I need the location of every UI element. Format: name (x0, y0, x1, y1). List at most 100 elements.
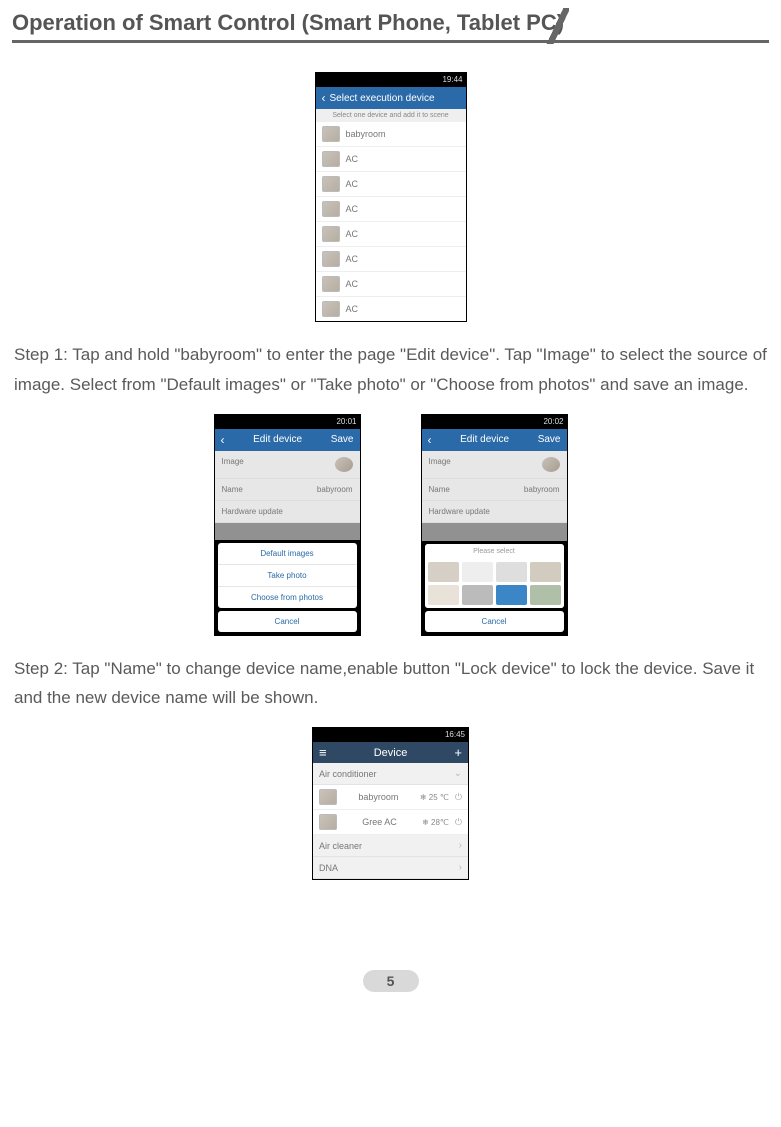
dimmed-backdrop (422, 523, 567, 541)
page-number-badge: 5 (12, 970, 769, 1000)
image-option[interactable] (530, 562, 561, 582)
hardware-update-row[interactable]: Hardware update (422, 501, 567, 523)
list-item[interactable]: AC (316, 147, 466, 172)
status-bar: 20:02 (422, 415, 567, 429)
option-choose-photos[interactable]: Choose from photos (218, 587, 357, 608)
list-item[interactable]: AC (316, 272, 466, 297)
list-item[interactable]: AC (316, 247, 466, 272)
device-name: Gree AC (343, 817, 416, 827)
name-row[interactable]: Name babyroom (422, 479, 567, 501)
status-time: 20:01 (336, 417, 356, 426)
name-value: babyroom (317, 485, 353, 494)
app-header: ≡ Device + (313, 742, 468, 763)
back-icon[interactable]: ‹ (428, 433, 432, 447)
header-underline (12, 40, 769, 43)
action-sheet: Default images Take photo Choose from ph… (218, 543, 357, 608)
row-label: Image (429, 457, 451, 472)
row-label: Name (429, 485, 450, 494)
list-item-label: babyroom (346, 129, 386, 139)
screenshot-edit-device-image-grid: 20:02 ‹ Edit device Save Image Name babyr… (421, 414, 568, 636)
cancel-button[interactable]: Cancel (425, 611, 564, 632)
row-label: Image (222, 457, 244, 472)
image-option[interactable] (496, 585, 527, 605)
section-air-conditioner[interactable]: Air conditioner ⌄ (313, 763, 468, 785)
screenshot-device-list: 16:45 ≡ Device + Air conditioner ⌄ babyr… (312, 727, 469, 880)
status-bar: 16:45 (313, 728, 468, 742)
image-option[interactable] (428, 562, 459, 582)
image-option[interactable] (530, 585, 561, 605)
image-grid (425, 559, 564, 608)
list-item-label: AC (346, 279, 359, 289)
device-thumb-icon (322, 301, 340, 317)
app-header: ‹ Edit device Save (215, 429, 360, 451)
image-row[interactable]: Image (422, 451, 567, 479)
list-item[interactable]: AC (316, 297, 466, 321)
image-option[interactable] (496, 562, 527, 582)
status-time: 20:02 (543, 417, 563, 426)
section-label: Air conditioner (319, 769, 377, 779)
device-thumb-icon (319, 814, 337, 830)
step-2-text: Step 2: Tap "Name" to change device name… (14, 654, 769, 714)
section-label: Air cleaner (319, 841, 362, 851)
name-row[interactable]: Name babyroom (215, 479, 360, 501)
save-button[interactable]: Save (538, 434, 561, 445)
name-value: babyroom (524, 485, 560, 494)
device-image-icon (335, 457, 353, 472)
device-thumb-icon (322, 126, 340, 142)
list-item-label: AC (346, 204, 359, 214)
power-icon[interactable]: ⏻ (455, 817, 462, 828)
image-option[interactable] (462, 585, 493, 605)
app-header: ‹ Edit device Save (422, 429, 567, 451)
device-thumb-icon (319, 789, 337, 805)
device-thumb-icon (322, 276, 340, 292)
chevron-right-icon: › (459, 840, 462, 851)
hardware-update-row[interactable]: Hardware update (215, 501, 360, 523)
device-thumb-icon (322, 201, 340, 217)
status-time: 16:45 (445, 730, 465, 739)
app-header-title: Device (374, 747, 408, 759)
app-header-title: Select execution device (330, 93, 435, 104)
section-dna[interactable]: DNA › (313, 857, 468, 879)
status-bar: 19:44 (316, 73, 466, 87)
subtitle-hint: Select one device and add it to scene (316, 109, 466, 122)
cancel-button[interactable]: Cancel (218, 611, 357, 632)
section-label: DNA (319, 863, 338, 873)
option-default-images[interactable]: Default images (218, 543, 357, 565)
menu-icon[interactable]: ≡ (319, 745, 327, 760)
back-icon[interactable]: ‹ (322, 91, 326, 105)
step-1-text: Step 1: Tap and hold "babyroom" to enter… (14, 340, 769, 400)
device-thumb-icon (322, 176, 340, 192)
list-item[interactable]: babyroom (316, 122, 466, 147)
device-row[interactable]: babyroom ❄ 25 ℃ ⏻ (313, 785, 468, 810)
section-air-cleaner[interactable]: Air cleaner › (313, 835, 468, 857)
dimmed-backdrop (215, 523, 360, 540)
power-icon[interactable]: ⏻ (455, 792, 462, 803)
app-header-title: Edit device (229, 434, 327, 445)
add-icon[interactable]: + (454, 745, 462, 760)
device-thumb-icon (322, 151, 340, 167)
list-item[interactable]: AC (316, 197, 466, 222)
list-item[interactable]: AC (316, 172, 466, 197)
image-option[interactable] (428, 585, 459, 605)
option-take-photo[interactable]: Take photo (218, 565, 357, 587)
device-temp: ❄ 28℃ (422, 818, 449, 827)
image-option[interactable] (462, 562, 493, 582)
chevron-down-icon: ⌄ (454, 768, 462, 779)
device-name: babyroom (343, 792, 414, 802)
save-button[interactable]: Save (331, 434, 354, 445)
row-label: Name (222, 485, 243, 494)
image-select-sheet: Please select (425, 544, 564, 608)
row-label: Hardware update (222, 507, 283, 516)
list-item-label: AC (346, 179, 359, 189)
device-list: babyroom AC AC AC AC AC AC AC (316, 122, 466, 321)
image-row[interactable]: Image (215, 451, 360, 479)
app-header-title: Edit device (436, 434, 534, 445)
row-label: Hardware update (429, 507, 490, 516)
back-icon[interactable]: ‹ (221, 433, 225, 447)
list-item-label: AC (346, 229, 359, 239)
list-item-label: AC (346, 304, 359, 314)
list-item[interactable]: AC (316, 222, 466, 247)
device-row[interactable]: Gree AC ❄ 28℃ ⏻ (313, 810, 468, 835)
app-header: ‹ Select execution device (316, 87, 466, 109)
header-slash-decor (545, 8, 569, 44)
